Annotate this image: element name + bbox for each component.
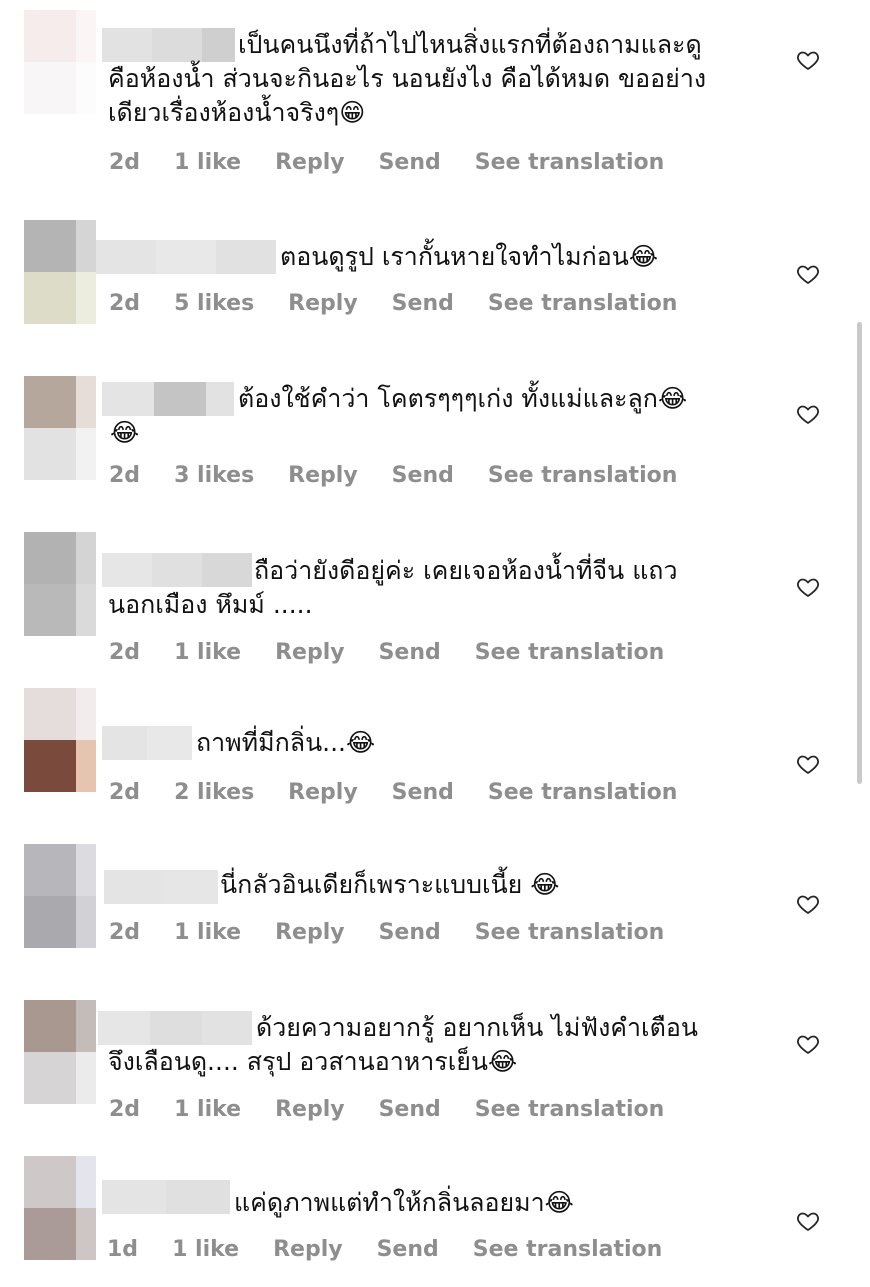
see-translation-button[interactable]: See translation (488, 780, 678, 805)
comment-text: ตอนดูรูป เรากั้นหายใจทำไมก่อน😂 (280, 242, 659, 271)
comment-meta: 2d 5 likes Reply Send See translation (109, 291, 677, 316)
reply-button[interactable]: Reply (275, 920, 345, 945)
heart-outline-icon[interactable] (796, 1209, 820, 1233)
heart-outline-icon[interactable] (796, 262, 820, 286)
comment-text: ต้องใช้คำว่า โคตรๆๆๆเก่ง ทั้งแม่และลูก😂 … (110, 384, 688, 447)
comment-meta: 2d 1 like Reply Send See translation (109, 150, 664, 175)
heart-outline-icon[interactable] (796, 48, 820, 72)
avatar[interactable] (24, 844, 96, 948)
username-blurred[interactable] (102, 1180, 230, 1214)
comment-meta: 2d 3 likes Reply Send See translation (109, 463, 677, 488)
comment-meta: 2d 2 likes Reply Send See translation (109, 780, 677, 805)
avatar[interactable] (24, 1000, 96, 1104)
heart-outline-icon[interactable] (796, 752, 820, 776)
send-button[interactable]: Send (379, 1097, 441, 1122)
comment-text: แค่ดูภาพแต่ทำให้กลิ่นลอยมา😂 (234, 1188, 574, 1217)
send-button[interactable]: Send (392, 780, 454, 805)
send-button[interactable]: Send (392, 463, 454, 488)
comment-text: เป็นคนนึงที่ถ้าไปไหนสิ่งแรกที่ต้องถามและ… (108, 30, 707, 127)
reply-button[interactable]: Reply (275, 1097, 345, 1122)
see-translation-button[interactable]: See translation (475, 920, 665, 945)
likes-count[interactable]: 1 like (174, 1097, 241, 1122)
see-translation-button[interactable]: See translation (488, 463, 678, 488)
likes-count[interactable]: 1 like (174, 920, 241, 945)
avatar[interactable] (24, 10, 96, 114)
comment-time: 2d (109, 291, 141, 316)
reply-button[interactable]: Reply (275, 150, 345, 175)
comment-time: 2d (109, 1097, 141, 1122)
reply-button[interactable]: Reply (273, 1237, 343, 1262)
reply-button[interactable]: Reply (288, 780, 358, 805)
comment-text: ถาพที่มีกลิ่น...😂 (196, 728, 376, 757)
comment-text: ด้วยความอยากรู้ อยากเห็น ไม่ฟังคำเตือน จ… (108, 1013, 698, 1076)
send-button[interactable]: Send (379, 920, 441, 945)
likes-count[interactable]: 3 likes (174, 463, 254, 488)
likes-count[interactable]: 5 likes (174, 291, 254, 316)
see-translation-button[interactable]: See translation (473, 1237, 663, 1262)
heart-outline-icon[interactable] (796, 892, 820, 916)
avatar[interactable] (24, 1156, 96, 1260)
username-blurred[interactable] (102, 726, 192, 760)
send-button[interactable]: Send (392, 291, 454, 316)
comment-time: 2d (109, 463, 141, 488)
heart-outline-icon[interactable] (796, 1032, 820, 1056)
send-button[interactable]: Send (379, 150, 441, 175)
likes-count[interactable]: 1 like (174, 150, 241, 175)
send-button[interactable]: Send (379, 640, 441, 665)
username-blurred[interactable] (96, 240, 276, 274)
likes-count[interactable]: 2 likes (174, 780, 254, 805)
reply-button[interactable]: Reply (288, 291, 358, 316)
comment-time: 1d (107, 1237, 139, 1262)
comment-time: 2d (109, 640, 141, 665)
comment-time: 2d (109, 920, 141, 945)
see-translation-button[interactable]: See translation (488, 291, 678, 316)
avatar[interactable] (24, 376, 96, 480)
reply-button[interactable]: Reply (275, 640, 345, 665)
heart-outline-icon[interactable] (796, 402, 820, 426)
send-button[interactable]: Send (377, 1237, 439, 1262)
comment-meta: 2d 1 like Reply Send See translation (109, 1097, 664, 1122)
heart-outline-icon[interactable] (796, 575, 820, 599)
username-blurred[interactable] (104, 870, 218, 904)
likes-count[interactable]: 1 like (172, 1237, 239, 1262)
comment-meta: 1d 1 like Reply Send See translation (107, 1237, 662, 1262)
avatar[interactable] (24, 688, 96, 792)
see-translation-button[interactable]: See translation (475, 150, 665, 175)
comment-text: ถือว่ายังดีอยู่ค่ะ เคยเจอห้องน้ำที่จีน แ… (108, 556, 678, 619)
avatar[interactable] (24, 532, 96, 636)
comment-time: 2d (109, 150, 141, 175)
scrollbar[interactable] (857, 322, 862, 784)
comment-time: 2d (109, 780, 141, 805)
comment-meta: 2d 1 like Reply Send See translation (109, 640, 664, 665)
see-translation-button[interactable]: See translation (475, 1097, 665, 1122)
reply-button[interactable]: Reply (288, 463, 358, 488)
comment-text: นี่กลัวอินเดียก็เพราะแบบเนี้ย 😂 (220, 870, 560, 899)
comment-meta: 2d 1 like Reply Send See translation (109, 920, 664, 945)
likes-count[interactable]: 1 like (174, 640, 241, 665)
avatar[interactable] (24, 220, 96, 324)
see-translation-button[interactable]: See translation (475, 640, 665, 665)
